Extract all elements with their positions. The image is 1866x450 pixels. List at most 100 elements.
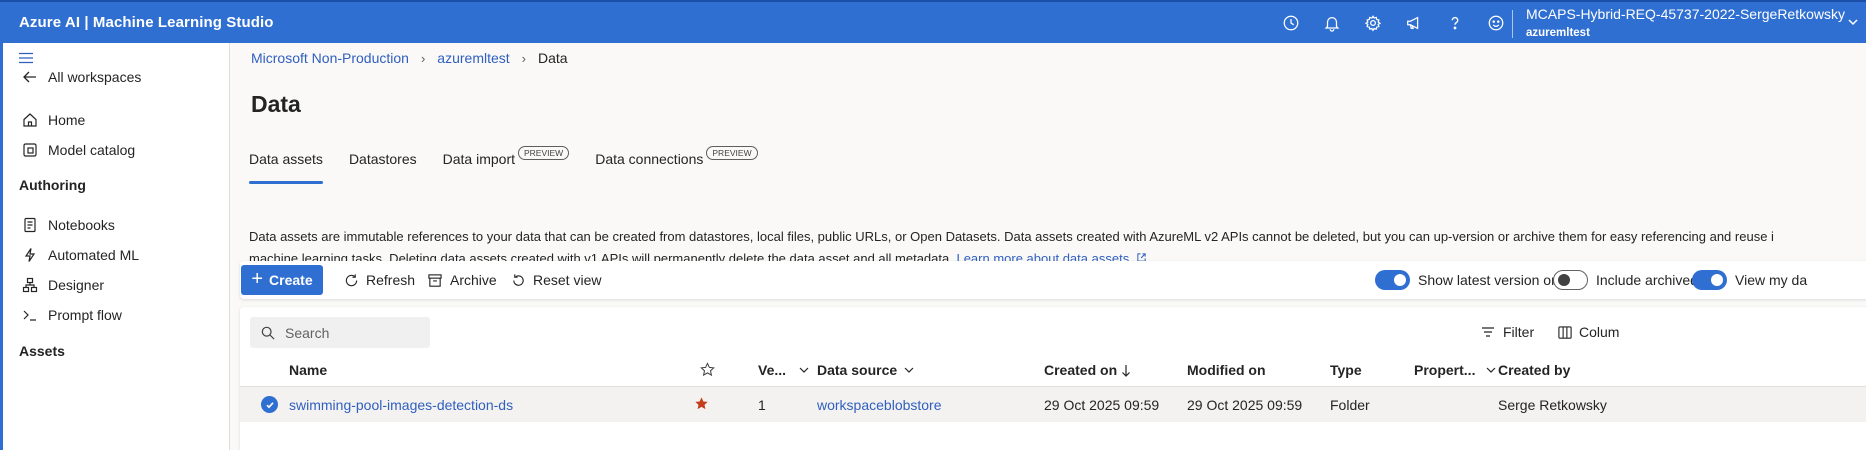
view-my-toggle[interactable] bbox=[1692, 270, 1727, 290]
version-cell: 1 bbox=[758, 397, 766, 413]
command-bar: + Create Refresh Archive Reset view Show… bbox=[240, 261, 1866, 299]
header-label: Type bbox=[1330, 362, 1362, 378]
chevron-right-icon: › bbox=[420, 50, 426, 66]
sidebar-item-notebooks[interactable]: Notebooks bbox=[20, 215, 115, 235]
refresh-icon bbox=[345, 273, 358, 286]
columns-label: Colum bbox=[1579, 324, 1620, 340]
app-title[interactable]: Azure AI | Machine Learning Studio bbox=[19, 14, 274, 31]
help-icon[interactable] bbox=[1434, 12, 1475, 34]
table-row[interactable]: swimming-pool-images-detection-ds 1 work… bbox=[240, 386, 1866, 422]
reset-view-button[interactable]: Reset view bbox=[511, 272, 601, 288]
include-archived-toggle-group: Include archived bbox=[1553, 270, 1698, 290]
megaphone-icon[interactable] bbox=[1393, 12, 1434, 34]
row-checkbox[interactable] bbox=[261, 396, 278, 413]
chevron-down-icon bbox=[904, 367, 914, 373]
hamburger-menu-icon[interactable] bbox=[18, 51, 34, 65]
chevron-down-icon bbox=[799, 367, 809, 373]
tab-data-assets[interactable]: Data assets bbox=[249, 138, 323, 184]
reset-icon bbox=[513, 273, 524, 286]
column-header-created-on[interactable]: Created on bbox=[1044, 362, 1131, 378]
smiley-icon[interactable] bbox=[1475, 12, 1516, 34]
refresh-button[interactable]: Refresh bbox=[344, 272, 415, 288]
include-archived-toggle[interactable] bbox=[1553, 270, 1588, 290]
filter-icon bbox=[1482, 327, 1494, 337]
created-by-cell: Serge Retkowsky bbox=[1498, 397, 1607, 413]
header-label: Modified on bbox=[1187, 362, 1266, 378]
notebook-icon bbox=[20, 215, 40, 235]
sidebar-item-automated-ml[interactable]: Automated ML bbox=[20, 245, 139, 265]
sidebar-section-authoring: Authoring bbox=[19, 177, 86, 193]
show-latest-toggle[interactable] bbox=[1375, 270, 1410, 290]
search-box[interactable] bbox=[250, 317, 430, 348]
history-icon[interactable] bbox=[1270, 12, 1311, 34]
sidebar-item-label: Automated ML bbox=[48, 247, 140, 263]
sidebar-item-label: Model catalog bbox=[48, 142, 136, 158]
column-header-version[interactable]: Ve... bbox=[758, 362, 810, 378]
sidebar-item-label: Prompt flow bbox=[48, 307, 122, 323]
prompt-icon bbox=[20, 305, 40, 325]
bell-icon[interactable] bbox=[1311, 12, 1352, 34]
create-button[interactable]: + Create bbox=[241, 265, 323, 295]
column-header-favorite[interactable] bbox=[694, 362, 715, 377]
archive-button[interactable]: Archive bbox=[427, 272, 497, 288]
archive-icon bbox=[428, 273, 442, 287]
star-filled-icon bbox=[695, 397, 708, 410]
header-label: Data source bbox=[817, 362, 898, 378]
filter-label: Filter bbox=[1503, 324, 1535, 340]
sidebar-item-label: Designer bbox=[48, 277, 105, 293]
header-label: Propert... bbox=[1414, 362, 1476, 378]
star-outline-icon bbox=[700, 362, 715, 377]
columns-button[interactable]: Colum bbox=[1557, 324, 1619, 340]
workspace-name[interactable]: azuremltest bbox=[1526, 27, 1590, 39]
tab-data-connections[interactable]: Data connections PREVIEW bbox=[595, 138, 758, 178]
sidebar-item-home[interactable]: Home bbox=[20, 110, 85, 130]
header-divider bbox=[1512, 10, 1513, 38]
sidebar-item-all-workspaces[interactable]: All workspaces bbox=[20, 67, 141, 87]
tab-datastores[interactable]: Datastores bbox=[349, 138, 417, 178]
data-source-link[interactable]: workspaceblobstore bbox=[817, 397, 942, 413]
data-grid-panel: Filter Colum Name Ve... Data source Crea… bbox=[240, 307, 1866, 450]
main-content: Microsoft Non-Production › azuremltest ›… bbox=[230, 43, 1866, 450]
sidebar-item-designer[interactable]: Designer bbox=[20, 275, 104, 295]
tab-label: Datastores bbox=[348, 151, 417, 167]
tab-label: Data import bbox=[442, 151, 515, 167]
sidebar-item-prompt-flow[interactable]: Prompt flow bbox=[20, 305, 122, 325]
modified-on-cell: 29 Oct 2025 09:59 bbox=[1187, 397, 1303, 413]
favorite-star-button[interactable] bbox=[694, 396, 709, 414]
sidebar-item-label: Notebooks bbox=[48, 217, 115, 233]
create-label: Create bbox=[269, 272, 313, 288]
chevron-right-icon: › bbox=[521, 50, 526, 66]
columns-icon bbox=[1558, 325, 1572, 339]
breadcrumb-item-workspace[interactable]: azuremltest bbox=[437, 50, 509, 66]
header-label: Created by bbox=[1498, 362, 1571, 378]
page-title: Data bbox=[251, 91, 301, 117]
chevron-down-icon bbox=[1487, 367, 1496, 373]
show-latest-toggle-group: Show latest version only bbox=[1375, 270, 1569, 290]
column-header-name[interactable]: Name bbox=[289, 362, 327, 378]
data-asset-name-link[interactable]: swimming-pool-images-detection-ds bbox=[289, 397, 513, 413]
designer-icon bbox=[20, 275, 40, 295]
subscription-name[interactable]: MCAPS-Hybrid-REQ-45737-2022-SergeRetkows… bbox=[1526, 6, 1845, 22]
view-my-toggle-group: View my da bbox=[1692, 270, 1807, 290]
sidebar-item-model-catalog[interactable]: Model catalog bbox=[20, 140, 135, 160]
column-header-created-by[interactable]: Created by bbox=[1498, 362, 1570, 378]
gear-icon[interactable] bbox=[1352, 12, 1393, 34]
breadcrumb-item-directory[interactable]: Microsoft Non-Production bbox=[251, 50, 409, 66]
checkmark-icon bbox=[265, 401, 274, 408]
type-cell: Folder bbox=[1330, 397, 1370, 413]
filter-button[interactable]: Filter bbox=[1481, 324, 1534, 340]
view-my-label: View my da bbox=[1735, 272, 1808, 288]
search-input[interactable] bbox=[285, 324, 425, 341]
column-header-modified-on[interactable]: Modified on bbox=[1187, 362, 1266, 378]
sidebar-item-label: Home bbox=[48, 112, 86, 128]
chevron-down-icon[interactable] bbox=[1846, 15, 1860, 29]
catalog-icon bbox=[20, 140, 40, 160]
column-header-data-source[interactable]: Data source bbox=[817, 362, 915, 378]
column-header-type[interactable]: Type bbox=[1330, 362, 1362, 378]
arrow-left-icon bbox=[20, 67, 40, 87]
preview-badge: PREVIEW bbox=[518, 146, 570, 160]
tab-label: Data assets bbox=[249, 151, 323, 167]
breadcrumb: Microsoft Non-Production › azuremltest ›… bbox=[251, 50, 568, 66]
tab-data-import[interactable]: Data import PREVIEW bbox=[443, 138, 570, 178]
column-header-properties[interactable]: Propert... bbox=[1414, 362, 1497, 378]
